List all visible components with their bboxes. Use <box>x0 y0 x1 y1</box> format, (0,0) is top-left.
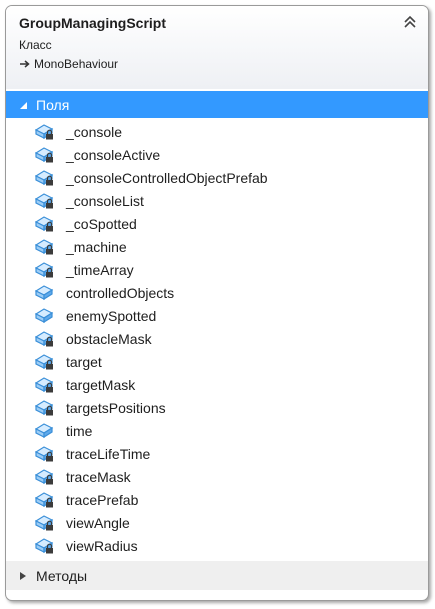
field-name: _console <box>66 123 123 140</box>
fields-list: _console _consoleActive _consoleControlled… <box>6 120 428 557</box>
field-name: time <box>66 422 93 439</box>
field-private-icon <box>35 331 54 347</box>
field-row[interactable]: traceLifeTime <box>6 442 428 465</box>
base-class: MonoBehaviour <box>19 57 118 71</box>
field-private-icon <box>35 216 54 232</box>
field-row[interactable]: controlledObjects <box>6 281 428 304</box>
field-private-icon <box>35 515 54 531</box>
field-row[interactable]: traceMask <box>6 465 428 488</box>
field-private-icon <box>35 193 54 209</box>
inheritance-arrow-icon <box>20 60 30 68</box>
expanded-triangle-icon <box>20 101 27 109</box>
field-name: viewAngle <box>66 514 130 531</box>
field-row[interactable]: _console <box>6 120 428 143</box>
field-row[interactable]: _coSpotted <box>6 212 428 235</box>
field-row[interactable]: _consoleControlledObjectPrefab <box>6 166 428 189</box>
collapse-chevron-icon[interactable] <box>402 14 418 30</box>
field-public-icon <box>35 423 54 439</box>
field-name: target <box>66 353 102 370</box>
field-private-icon <box>35 400 54 416</box>
field-public-icon <box>35 285 54 301</box>
field-row[interactable]: obstacleMask <box>6 327 428 350</box>
field-name: tracePrefab <box>66 491 139 508</box>
field-private-icon <box>35 170 54 186</box>
field-name: obstacleMask <box>66 330 152 347</box>
field-row[interactable]: targetMask <box>6 373 428 396</box>
field-name: _timeArray <box>66 261 134 278</box>
field-name: enemySpotted <box>66 307 157 324</box>
field-name: targetsPositions <box>66 399 166 416</box>
field-row[interactable]: targetsPositions <box>6 396 428 419</box>
field-name: traceLifeTime <box>66 445 151 462</box>
field-private-icon <box>35 354 54 370</box>
field-row[interactable]: _timeArray <box>6 258 428 281</box>
class-header: GroupManagingScript Класс MonoBehaviour <box>6 6 428 89</box>
field-private-icon <box>35 147 54 163</box>
field-name: _coSpotted <box>66 215 137 232</box>
field-private-icon <box>35 262 54 278</box>
field-row[interactable]: _machine <box>6 235 428 258</box>
field-name: _consoleActive <box>66 146 161 163</box>
field-name: _machine <box>66 238 127 255</box>
section-methods-header[interactable]: Методы <box>6 561 428 590</box>
class-name: GroupManagingScript <box>19 15 166 31</box>
field-name: _consoleControlledObjectPrefab <box>66 169 268 186</box>
field-row[interactable]: tracePrefab <box>6 488 428 511</box>
field-private-icon <box>35 377 54 393</box>
field-row[interactable]: _consoleActive <box>6 143 428 166</box>
section-methods-label: Методы <box>36 567 88 584</box>
field-row[interactable]: enemySpotted <box>6 304 428 327</box>
class-kind: Класс <box>19 38 52 52</box>
field-private-icon <box>35 469 54 485</box>
field-name: viewRadius <box>66 537 138 554</box>
class-diagram-shape[interactable]: GroupManagingScript Класс MonoBehaviour … <box>5 5 429 601</box>
field-row[interactable]: viewAngle <box>6 511 428 534</box>
field-row[interactable]: viewRadius <box>6 534 428 557</box>
field-row[interactable]: time <box>6 419 428 442</box>
base-class-name: MonoBehaviour <box>34 57 119 71</box>
field-private-icon <box>35 446 54 462</box>
field-row[interactable]: _consoleList <box>6 189 428 212</box>
field-row[interactable]: target <box>6 350 428 373</box>
field-private-icon <box>35 239 54 255</box>
section-fields-label: Поля <box>36 96 70 113</box>
field-private-icon <box>35 124 54 140</box>
field-private-icon <box>35 538 54 554</box>
field-name: traceMask <box>66 468 131 485</box>
field-private-icon <box>35 492 54 508</box>
field-name: targetMask <box>66 376 136 393</box>
collapsed-triangle-icon <box>20 571 26 580</box>
section-fields-header[interactable]: Поля <box>6 91 428 118</box>
field-public-icon <box>35 308 54 324</box>
field-name: controlledObjects <box>66 284 175 301</box>
field-name: _consoleList <box>66 192 144 209</box>
